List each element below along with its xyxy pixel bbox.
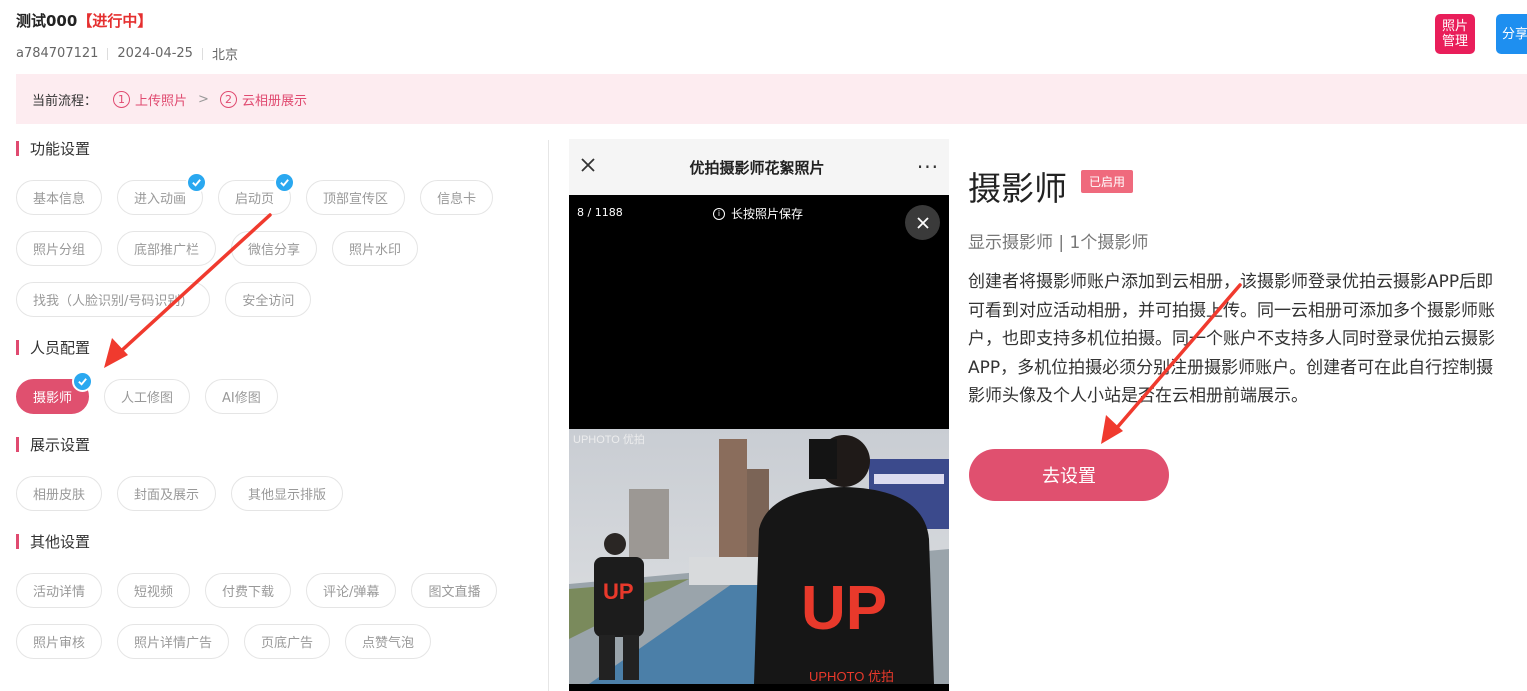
chip-watermark[interactable]: 照片水印	[332, 231, 419, 266]
arrow-head	[1101, 415, 1123, 444]
section-title-function: 功能设置	[16, 138, 90, 159]
photo-manage-button[interactable]: 照片管理	[1435, 14, 1475, 54]
flow-step-album[interactable]: 2 云相册展示	[219, 90, 307, 109]
chip-splash-page[interactable]: 启动页	[218, 172, 296, 215]
chip-photo-detail-ad[interactable]: 照片详情广告	[117, 624, 230, 659]
meta-divider	[201, 47, 203, 60]
preview-header: 优拍摄影师花絮照片 ···	[569, 139, 949, 195]
preview-viewer: 8 / 1188 i 长按照片保存	[569, 195, 949, 429]
save-tip-label: 长按照片保存	[731, 207, 804, 221]
chip-paid-download[interactable]: 付费下载	[205, 573, 292, 608]
check-icon	[186, 172, 208, 193]
check-icon	[274, 172, 296, 193]
step-number: 1	[113, 90, 131, 108]
chip-cover-display[interactable]: 封面及展示	[117, 476, 217, 511]
chip-live-text[interactable]: 图文直播	[411, 573, 498, 608]
chip-secure-access[interactable]: 安全访问	[225, 282, 312, 317]
chip-footer-ad[interactable]: 页底广告	[244, 624, 331, 659]
chip-top-banner[interactable]: 顶部宣传区	[306, 180, 406, 215]
chip-label: 启动页	[235, 192, 275, 207]
share-button[interactable]: 分享	[1496, 14, 1527, 54]
status-badge: 已启用	[1081, 170, 1134, 193]
flow-arrow: >	[198, 91, 209, 107]
chip-entry-animation[interactable]: 进入动画	[117, 172, 208, 215]
go-settings-button[interactable]: 去设置	[969, 449, 1169, 501]
event-city: 北京	[211, 48, 238, 63]
role-subtitle: 显示摄影师 | 1个摄影师	[968, 233, 1149, 253]
function-row-1: 基本信息 进入动画 启动页 顶部宣传区 信息卡	[16, 172, 494, 215]
chip-manual-retouch[interactable]: 人工修图	[104, 379, 191, 414]
chip-photo-groups[interactable]: 照片分组	[16, 231, 103, 266]
role-title: 摄影师	[968, 169, 1067, 208]
chip-like-bubble[interactable]: 点赞气泡	[345, 624, 432, 659]
event-meta: a784707121 2024-04-25 北京	[16, 44, 238, 63]
chip-event-details[interactable]: 活动详情	[16, 573, 103, 608]
event-name: 测试000	[16, 12, 78, 30]
chip-find-me[interactable]: 找我（人脸识别/号码识别）	[16, 282, 211, 317]
current-flow-bar: 当前流程： 1 上传照片 > 2 云相册展示	[16, 74, 1527, 124]
phone-preview: 优拍摄影师花絮照片 ··· 8 / 1188 i 长按照片保存 UP UP UP…	[569, 139, 949, 691]
staff-row: 摄影师 人工修图 AI修图	[16, 371, 278, 414]
event-date: 2024-04-25	[117, 46, 193, 61]
role-description: 创建者将摄影师账户添加到云相册，该摄影师登录优拍云摄影APP后即可看到对应活动相…	[968, 272, 1495, 407]
chip-basic-info[interactable]: 基本信息	[16, 180, 103, 215]
section-title-other: 其他设置	[16, 531, 90, 552]
photo-corner-watermark: UPHOTO 优拍	[573, 432, 645, 446]
chip-other-layout[interactable]: 其他显示排版	[231, 476, 344, 511]
flow-label: 当前流程：	[32, 93, 98, 109]
chip-label: 进入动画	[134, 192, 187, 207]
preview-title: 优拍摄影师花絮照片	[689, 158, 825, 177]
chip-wechat-share[interactable]: 微信分享	[231, 231, 318, 266]
save-tip: i 长按照片保存	[713, 205, 803, 222]
event-title: 测试000【进行中】	[16, 10, 152, 31]
event-status: 【进行中】	[77, 12, 153, 30]
more-icon[interactable]: ···	[917, 155, 939, 179]
section-title-staff: 人员配置	[16, 337, 90, 358]
check-icon	[72, 371, 94, 392]
step-label: 云相册展示	[241, 93, 307, 109]
chip-album-skin[interactable]: 相册皮肤	[16, 476, 103, 511]
close-viewer-icon[interactable]	[905, 205, 940, 240]
chip-short-video[interactable]: 短视频	[117, 573, 191, 608]
chip-photo-review[interactable]: 照片审核	[16, 624, 103, 659]
account-id: a784707121	[16, 46, 99, 61]
step-number: 2	[219, 90, 237, 108]
chip-ai-retouch[interactable]: AI修图	[205, 379, 278, 414]
info-icon: i	[713, 207, 725, 220]
chip-label: 摄影师	[33, 391, 73, 406]
chip-bottom-promo[interactable]: 底部推广栏	[117, 231, 217, 266]
function-row-3: 找我（人脸识别/号码识别） 安全访问	[16, 282, 312, 317]
photo-counter: 8 / 1188	[577, 206, 623, 219]
flow-step-upload[interactable]: 1 上传照片	[113, 90, 187, 109]
other-row-1: 活动详情 短视频 付费下载 评论/弹幕 图文直播	[16, 573, 498, 608]
arrow-head	[104, 338, 128, 368]
panel-divider	[548, 140, 549, 691]
meta-divider	[107, 47, 109, 60]
photo-watermark: UPHOTO 优拍	[809, 669, 894, 684]
chip-info-card[interactable]: 信息卡	[420, 180, 494, 215]
other-row-2: 照片审核 照片详情广告 页底广告 点赞气泡	[16, 624, 432, 659]
preview-photo: UP UP UPHOTO 优拍 UPHOTO 优拍	[569, 429, 949, 684]
section-title-display: 展示设置	[16, 434, 90, 455]
close-icon[interactable]	[579, 156, 597, 178]
chip-comments[interactable]: 评论/弹幕	[306, 573, 397, 608]
svg-text:UP: UP	[801, 574, 887, 643]
function-row-2: 照片分组 底部推广栏 微信分享 照片水印	[16, 231, 419, 266]
display-row: 相册皮肤 封面及展示 其他显示排版	[16, 476, 344, 511]
step-label: 上传照片	[135, 93, 188, 109]
svg-text:UP: UP	[603, 579, 634, 604]
chip-photographer[interactable]: 摄影师	[16, 371, 94, 414]
